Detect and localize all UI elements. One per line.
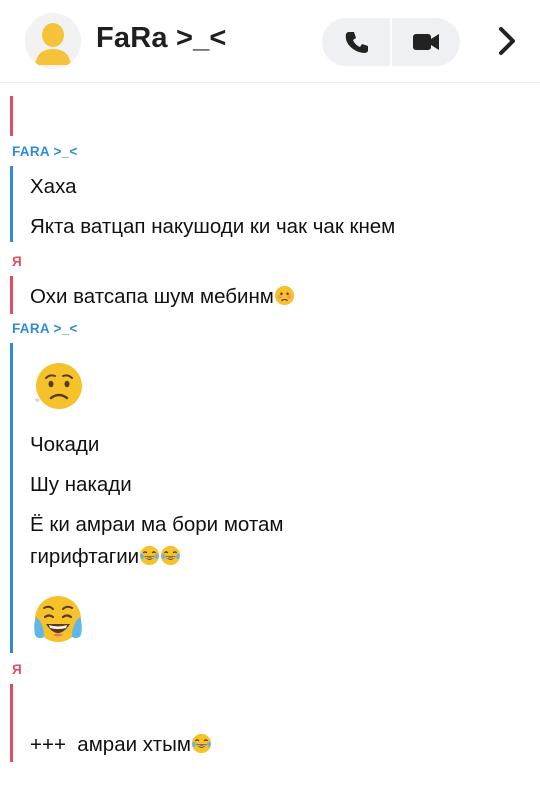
message-row[interactable]: +++ амраи хтым (30, 733, 212, 757)
sender-label-fara: FARA >_< (12, 321, 78, 336)
voice-call-button[interactable] (322, 18, 391, 66)
message-row[interactable]: Охи ватсапа шум мебинм (30, 285, 295, 309)
sad-face-emoji-icon[interactable] (32, 361, 84, 413)
message-text[interactable]: Шу накади (30, 473, 132, 497)
chat-title[interactable]: FaRa >_< (96, 22, 227, 55)
sender-label-fara: FARA >_< (12, 144, 78, 159)
tears-of-joy-emoji-icon (191, 733, 212, 754)
avatar-icon[interactable] (25, 13, 81, 69)
tears-of-joy-emoji-icon (161, 545, 181, 566)
chevron-right-icon[interactable] (494, 25, 520, 57)
message-text[interactable]: Хаха (30, 175, 77, 199)
message-group-bar-me (10, 276, 13, 314)
message-group-bar-fara (10, 343, 13, 653)
sender-label-me: Я (12, 662, 23, 677)
message-group-bar-me (10, 96, 13, 136)
message-group-bar-me (10, 684, 13, 762)
message-text: гирифтагии (30, 545, 140, 568)
video-call-button[interactable] (391, 18, 460, 66)
phone-icon (345, 32, 368, 53)
call-button-group (322, 18, 460, 66)
message-row[interactable]: гирифтагии (30, 545, 181, 569)
message-text: Охи ватсапа шум мебинм (30, 285, 274, 308)
message-text: +++ амраи хтым (30, 733, 191, 756)
tears-of-joy-emoji-icon (140, 545, 160, 566)
message-text[interactable]: Якта ватцап накушоди ки чак чак кнем (30, 215, 395, 239)
video-camera-icon (413, 34, 439, 50)
message-text[interactable]: Ё ки амраи ма бори мотам (30, 513, 284, 537)
flushed-face-emoji-icon (274, 285, 294, 306)
sender-label-me: Я (12, 254, 23, 269)
message-group-bar-fara (10, 166, 13, 242)
chat-header: FaRa >_< (0, 0, 540, 83)
loudly-crying-face-emoji-icon[interactable] (30, 593, 86, 645)
message-text[interactable]: Чокади (30, 433, 99, 457)
